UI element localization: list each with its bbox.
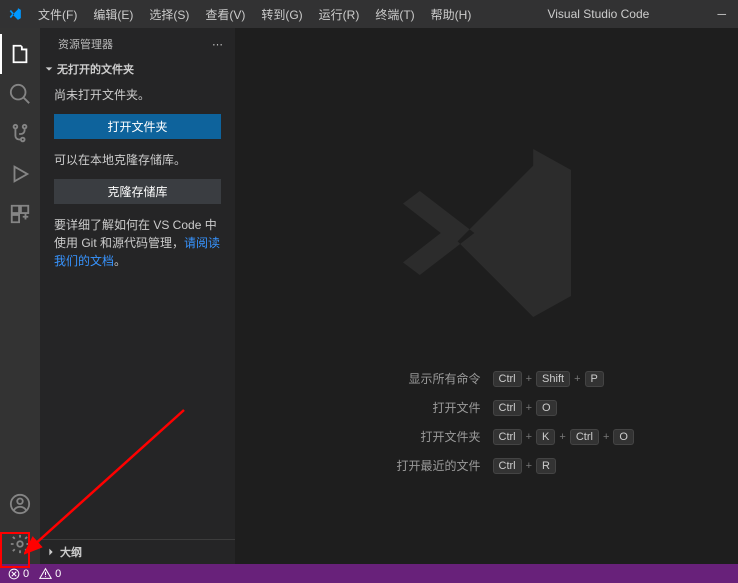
error-icon xyxy=(8,568,20,580)
statusbar: 0 0 xyxy=(0,564,738,583)
open-folder-button[interactable]: 打开文件夹 xyxy=(54,114,221,139)
warnings-count: 0 xyxy=(55,568,61,580)
keycap: Ctrl xyxy=(493,371,522,387)
keycap: Ctrl xyxy=(493,400,522,416)
welcome-shortcuts: 显示所有命令 Ctrl + Shift + P 打开文件 Ctrl + O 打开文件夹 Ctrl + K +… xyxy=(235,370,738,474)
activity-account[interactable] xyxy=(0,484,40,524)
shortcut-keys: Ctrl + R xyxy=(493,458,697,474)
keycap: Ctrl xyxy=(570,429,599,445)
activity-explorer[interactable] xyxy=(0,34,40,74)
vscode-logo-icon xyxy=(6,5,24,23)
activity-search[interactable] xyxy=(0,74,40,114)
window-controls: ─ xyxy=(717,7,732,21)
more-actions-icon[interactable]: ⋯ xyxy=(212,38,223,51)
vscode-watermark-icon xyxy=(382,128,592,338)
plus-separator: + xyxy=(574,373,580,385)
shortcut-label: 打开文件夹 xyxy=(277,428,481,445)
plus-separator: + xyxy=(603,431,609,443)
menu-terminal[interactable]: 终端(T) xyxy=(367,2,422,27)
no-folder-message: 尚未打开文件夹。 xyxy=(54,86,221,104)
clone-repo-button[interactable]: 克隆存储库 xyxy=(54,179,221,204)
section-no-folder[interactable]: 无打开的文件夹 xyxy=(40,58,235,80)
sidebar-title: 资源管理器 xyxy=(58,36,113,52)
git-help-suffix: 。 xyxy=(114,254,126,268)
clone-message: 可以在本地克隆存储库。 xyxy=(54,151,221,169)
editor-area: 显示所有命令 Ctrl + Shift + P 打开文件 Ctrl + O 打开文件夹 Ctrl + K +… xyxy=(235,28,738,564)
errors-count: 0 xyxy=(23,568,29,580)
shortcut-row: 打开最近的文件 Ctrl + R xyxy=(277,457,697,474)
activity-extensions[interactable] xyxy=(0,194,40,234)
keycap: R xyxy=(536,458,556,474)
keycap: P xyxy=(585,371,604,387)
keycap: Shift xyxy=(536,371,570,387)
menubar: 文件(F) 编辑(E) 选择(S) 查看(V) 转到(G) 运行(R) 终端(T… xyxy=(30,2,479,27)
menu-view[interactable]: 查看(V) xyxy=(197,2,253,27)
shortcut-row: 打开文件 Ctrl + O xyxy=(277,399,697,416)
titlebar: 文件(F) 编辑(E) 选择(S) 查看(V) 转到(G) 运行(R) 终端(T… xyxy=(0,0,738,28)
menu-help[interactable]: 帮助(H) xyxy=(423,2,480,27)
plus-separator: + xyxy=(526,402,532,414)
keycap: Ctrl xyxy=(493,429,522,445)
status-warnings[interactable]: 0 xyxy=(39,567,61,580)
menu-edit[interactable]: 编辑(E) xyxy=(85,2,141,27)
chevron-right-icon xyxy=(46,547,56,557)
menu-file[interactable]: 文件(F) xyxy=(30,2,85,27)
keycap: K xyxy=(536,429,555,445)
status-errors[interactable]: 0 xyxy=(8,568,29,580)
menu-run[interactable]: 运行(R) xyxy=(311,2,368,27)
menu-goto[interactable]: 转到(G) xyxy=(253,2,310,27)
keycap: Ctrl xyxy=(493,458,522,474)
activitybar xyxy=(0,28,40,564)
warning-icon xyxy=(39,567,52,580)
shortcut-row: 打开文件夹 Ctrl + K + Ctrl + O xyxy=(277,428,697,445)
activity-run-debug[interactable] xyxy=(0,154,40,194)
window-title: Visual Studio Code xyxy=(479,7,717,21)
keycap: O xyxy=(613,429,634,445)
plus-separator: + xyxy=(526,460,532,472)
git-help-text: 要详细了解如何在 VS Code 中使用 Git 和源代码管理，请阅读我们的文档… xyxy=(54,216,221,270)
shortcut-label: 打开最近的文件 xyxy=(277,457,481,474)
activity-source-control[interactable] xyxy=(0,114,40,154)
keycap: O xyxy=(536,400,557,416)
plus-separator: + xyxy=(559,431,565,443)
chevron-down-icon xyxy=(44,64,54,74)
plus-separator: + xyxy=(526,373,532,385)
shortcut-keys: Ctrl + O xyxy=(493,400,697,416)
outline-label: 大纲 xyxy=(60,544,82,560)
sidebar: 资源管理器 ⋯ 无打开的文件夹 尚未打开文件夹。 打开文件夹 可以在本地克隆存储… xyxy=(40,28,235,564)
shortcut-keys: Ctrl + K + Ctrl + O xyxy=(493,429,697,445)
shortcut-label: 打开文件 xyxy=(277,399,481,416)
activity-settings[interactable] xyxy=(0,524,40,564)
section-label: 无打开的文件夹 xyxy=(57,61,134,77)
menu-select[interactable]: 选择(S) xyxy=(141,2,197,27)
shortcut-label: 显示所有命令 xyxy=(277,370,481,387)
plus-separator: + xyxy=(526,431,532,443)
shortcut-keys: Ctrl + Shift + P xyxy=(493,371,697,387)
section-outline[interactable]: 大纲 xyxy=(40,539,235,564)
minimize-icon[interactable]: ─ xyxy=(717,7,726,21)
shortcut-row: 显示所有命令 Ctrl + Shift + P xyxy=(277,370,697,387)
